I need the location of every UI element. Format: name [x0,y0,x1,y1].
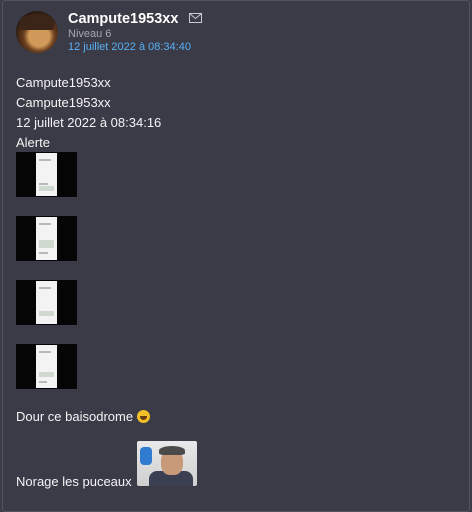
author-avatar[interactable] [16,11,58,53]
grimacing-face-emoji-icon [137,410,151,423]
forum-post-card: Campute1953xx Niveau 6 12 juillet 2022 à… [2,0,470,512]
mail-icon[interactable] [189,13,202,23]
screenshot-thumbnail[interactable] [16,280,77,325]
screenshot-thumbnail[interactable] [16,344,77,389]
message-line: 12 juillet 2022 à 08:34:16 [16,115,162,130]
message-line-with-emoji: Dour ce baisodrome [16,409,151,424]
message-line: Campute1953xx [16,95,111,110]
risitas-sticker-image[interactable] [137,441,197,486]
author-username[interactable]: Campute1953xx [68,11,178,27]
screenshot-thumbnail[interactable] [16,216,77,261]
screenshot-thumbnail[interactable] [16,152,77,197]
message-line: Alerte [16,135,50,150]
author-level: Niveau 6 [68,28,112,40]
post-date-link[interactable]: 12 juillet 2022 à 08:34:40 [68,41,191,53]
message-line: Norage les puceaux [16,474,132,489]
message-text: Dour ce baisodrome [16,409,134,424]
message-line: Campute1953xx [16,75,111,90]
